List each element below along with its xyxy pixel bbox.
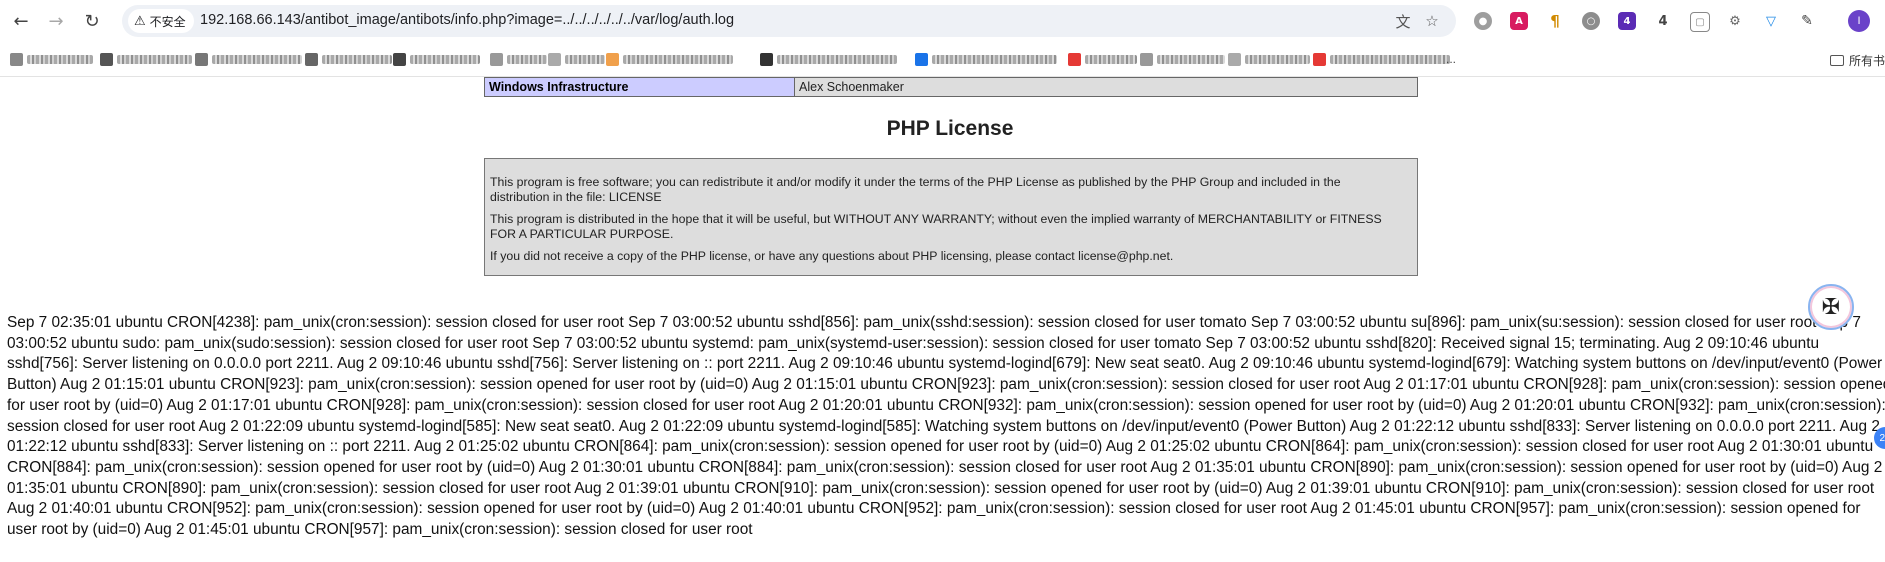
bookmark-blurred-label	[1245, 54, 1310, 64]
assistant-logo-icon: ✠	[1821, 294, 1841, 320]
page-content: Windows Infrastructure Alex Schoenmaker …	[0, 77, 1885, 562]
bookmarks-overflow[interactable]: ...	[1446, 52, 1456, 66]
site-security-chip[interactable]: ⚠ 不安全	[128, 9, 194, 33]
url-text[interactable]: 192.168.66.143/antibot_image/antibots/in…	[200, 12, 734, 28]
extension-paragraph-icon[interactable]: ¶	[1546, 12, 1564, 30]
table-row: Windows Infrastructure Alex Schoenmaker	[484, 77, 1418, 97]
bookmark-blurred-label	[322, 54, 392, 64]
bookmark-blurred-label	[565, 54, 605, 64]
warning-triangle-icon: ⚠	[134, 13, 146, 29]
star-icon[interactable]: ☆	[1422, 11, 1442, 31]
bookmark-blurred-label	[212, 54, 302, 64]
bookmark-favicon	[1313, 52, 1326, 66]
bookmark-blurred-label	[1085, 54, 1137, 64]
address-bar[interactable]: ⚠ 不安全 192.168.66.143/antibot_image/antib…	[122, 5, 1456, 37]
extension-blue-icon[interactable]: ▽	[1762, 12, 1780, 30]
bookmark-item[interactable]	[1228, 52, 1310, 66]
license-paragraph: This program is distributed in the hope …	[490, 212, 1382, 241]
back-arrow-icon[interactable]: ←	[9, 9, 33, 33]
extension-pink-icon[interactable]: A	[1510, 12, 1528, 30]
forward-arrow-icon[interactable]: →	[44, 9, 68, 33]
bookmark-item[interactable]	[393, 52, 480, 66]
reload-icon[interactable]: ↻	[80, 9, 104, 33]
bookmark-favicon	[490, 52, 503, 66]
bookmark-favicon	[1068, 52, 1081, 66]
credits-table: Windows Infrastructure Alex Schoenmaker	[484, 77, 1418, 97]
extension-purple-icon[interactable]: 4	[1618, 12, 1636, 30]
bookmark-favicon	[1140, 52, 1153, 66]
extension-gear-icon[interactable]: ⚙	[1726, 12, 1744, 30]
bookmark-item[interactable]	[548, 52, 605, 66]
bookmark-favicon	[305, 52, 318, 66]
bookmark-item[interactable]	[1068, 52, 1137, 66]
bookmark-blurred-label	[410, 54, 480, 64]
floating-badge-count: 27	[1879, 432, 1885, 444]
extension-script-icon[interactable]: 4	[1654, 12, 1672, 30]
bookmark-favicon	[760, 52, 773, 66]
bookmark-item[interactable]	[490, 52, 547, 66]
browser-toolbar: ← → ↻ ⚠ 不安全 192.168.66.143/antibot_image…	[0, 0, 1885, 42]
bookmark-favicon	[393, 52, 406, 66]
extension-reader-icon[interactable]: ▢	[1690, 12, 1710, 32]
bookmark-blurred-label	[507, 54, 547, 64]
bookmark-favicon	[100, 52, 113, 66]
license-box: This program is free software; you can r…	[484, 158, 1418, 276]
bookmark-item[interactable]	[1140, 52, 1225, 66]
bookmark-blurred-label	[777, 54, 897, 64]
bookmark-blurred-label	[623, 54, 733, 64]
credits-row-value: Alex Schoenmaker	[794, 77, 1418, 97]
bookmark-blurred-label	[27, 54, 93, 64]
bookmark-favicon	[606, 52, 619, 66]
all-bookmarks-button[interactable]: 所有书签	[1830, 52, 1885, 69]
extension-badge-count: 4	[1623, 15, 1631, 27]
bookmark-blurred-label	[117, 54, 192, 64]
all-bookmarks-label: 所有书签	[1849, 54, 1885, 68]
auth-log-output: Sep 7 02:35:01 ubuntu CRON[4238]: pam_un…	[7, 314, 1885, 539]
bookmark-blurred-label	[1330, 54, 1450, 64]
security-label: 不安全	[149, 14, 186, 29]
bookmark-favicon	[10, 52, 23, 66]
extension-globe-icon[interactable]: ●	[1474, 12, 1492, 30]
profile-avatar[interactable]: I	[1848, 10, 1870, 32]
bookmark-item[interactable]	[606, 52, 733, 66]
bookmark-favicon	[195, 52, 208, 66]
bookmark-favicon	[915, 52, 928, 66]
bookmark-blurred-label	[932, 54, 1057, 64]
puzzle-icon[interactable]: ✎	[1798, 12, 1816, 30]
bookmark-favicon	[1228, 52, 1241, 66]
license-paragraph: This program is free software; you can r…	[490, 175, 1341, 204]
translate-icon[interactable]: 文	[1393, 11, 1413, 31]
bookmark-item[interactable]	[305, 52, 392, 66]
extension-badge-count: 4	[1658, 13, 1668, 29]
bookmark-item[interactable]	[195, 52, 302, 66]
bookmark-favicon	[548, 52, 561, 66]
license-paragraph: If you did not receive a copy of the PHP…	[490, 249, 1174, 263]
bookmarks-bar: ... 所有书签	[0, 42, 1885, 77]
bookmark-item[interactable]	[915, 52, 1057, 66]
extension-gray-icon[interactable]: ○	[1582, 12, 1600, 30]
bookmark-item[interactable]	[760, 52, 897, 66]
folder-icon	[1830, 55, 1844, 66]
credits-row-label: Windows Infrastructure	[484, 77, 795, 97]
bookmark-blurred-label	[1157, 54, 1225, 64]
bookmark-item[interactable]	[1313, 52, 1450, 66]
license-heading: PHP License	[886, 117, 1014, 140]
bookmark-item[interactable]	[10, 52, 93, 66]
floating-assistant-button[interactable]: ✠	[1808, 284, 1854, 330]
bookmark-item[interactable]	[100, 52, 192, 66]
